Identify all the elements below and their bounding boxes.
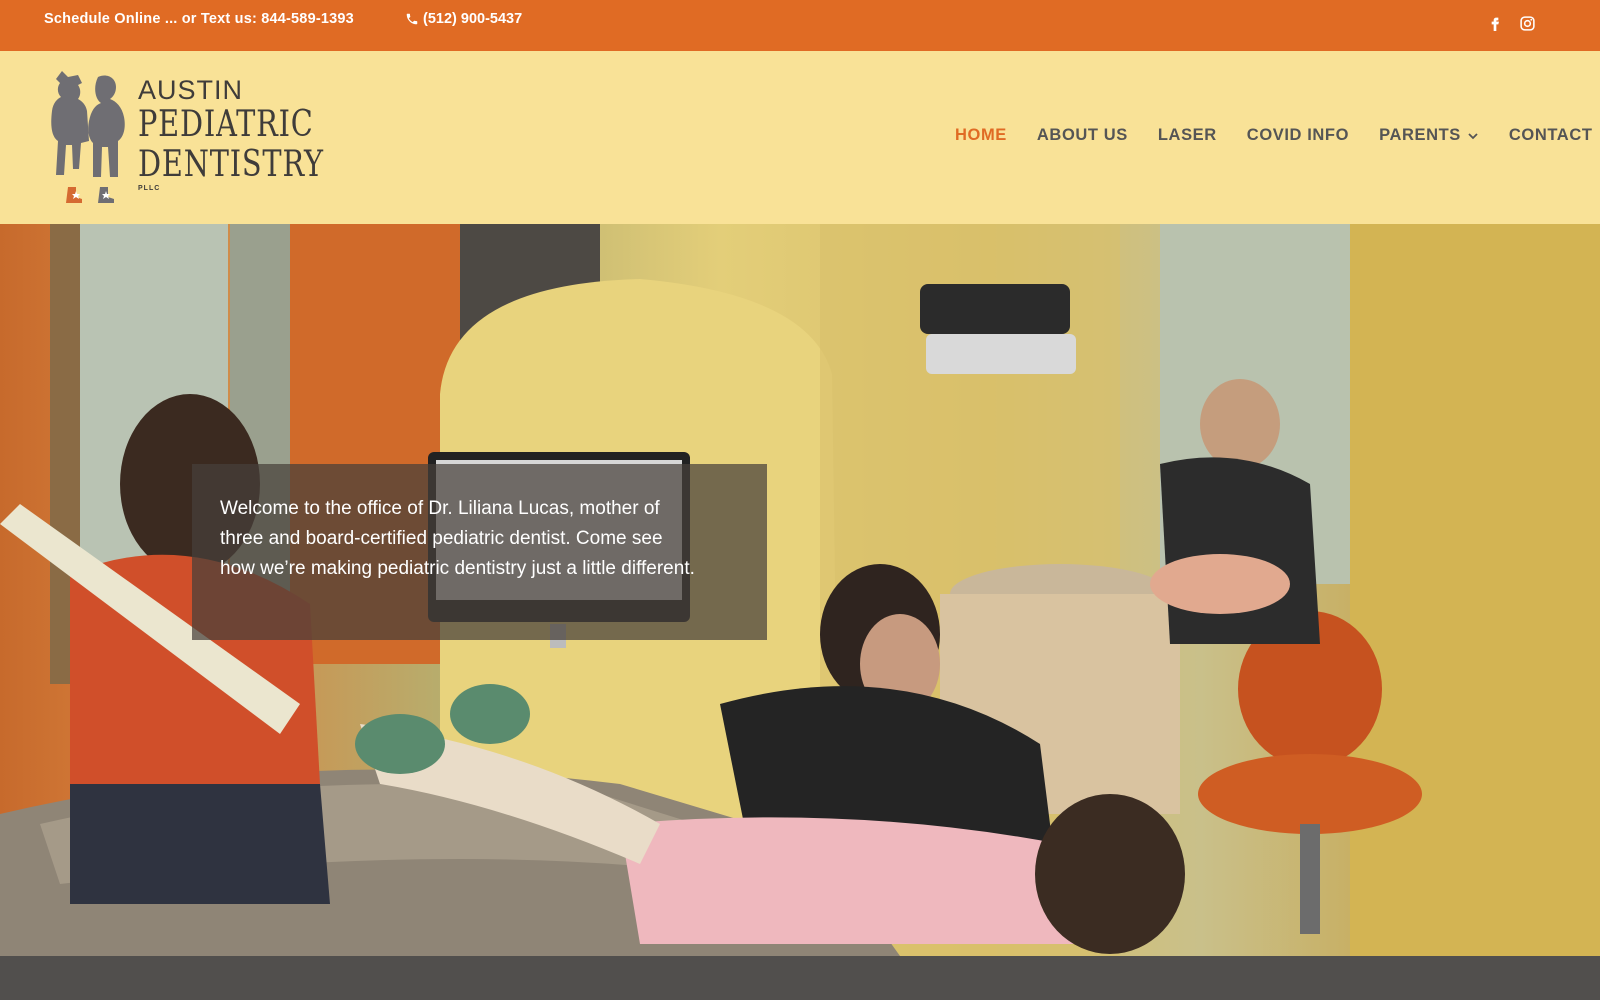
facebook-icon[interactable] — [1486, 14, 1504, 32]
nav-contact[interactable]: CONTACT — [1509, 126, 1593, 145]
kids-silhouette-icon — [51, 71, 125, 203]
logo-line-pllc: PLLC — [138, 185, 161, 192]
bottom-strip — [0, 956, 1600, 1000]
top-bar: Schedule Online ... or Text us: 844-589-… — [0, 0, 1600, 51]
site-logo[interactable]: AUSTIN PEDIATRIC DENTISTRY PLLC — [46, 69, 323, 209]
nav-about-us[interactable]: ABOUT US — [1037, 126, 1128, 145]
main-nav: HOME ABOUT US LASER COVID INFO PARENTS C… — [955, 126, 1593, 145]
logo-wordmark: AUSTIN PEDIATRIC DENTISTRY PLLC — [138, 75, 370, 192]
chevron-down-icon — [1468, 132, 1478, 139]
logo-line-austin: AUSTIN — [138, 75, 244, 105]
hero-section: Welcome to the office of Dr. Liliana Luc… — [0, 224, 1600, 956]
phone-number: (512) 900-5437 — [423, 11, 523, 27]
instagram-icon[interactable] — [1518, 14, 1536, 32]
logo-line-dentistry: DENTISTRY — [138, 144, 324, 185]
phone-icon — [406, 13, 418, 25]
welcome-text: Welcome to the office of Dr. Liliana Luc… — [220, 498, 695, 579]
nav-laser[interactable]: LASER — [1158, 126, 1217, 145]
nav-parents-label: PARENTS — [1379, 126, 1461, 144]
nav-covid-info[interactable]: COVID INFO — [1247, 126, 1349, 145]
social-links — [1486, 14, 1536, 32]
nav-home[interactable]: HOME — [955, 126, 1007, 145]
nav-parents[interactable]: PARENTS — [1379, 126, 1479, 145]
phone-link[interactable]: (512) 900-5437 — [405, 11, 522, 27]
site-header: AUSTIN PEDIATRIC DENTISTRY PLLC HOME ABO… — [0, 51, 1600, 224]
schedule-text-link[interactable]: Schedule Online ... or Text us: 844-589-… — [44, 11, 354, 27]
logo-line-pediatric: PEDIATRIC — [138, 104, 314, 145]
welcome-overlay-box: Welcome to the office of Dr. Liliana Luc… — [192, 464, 767, 640]
